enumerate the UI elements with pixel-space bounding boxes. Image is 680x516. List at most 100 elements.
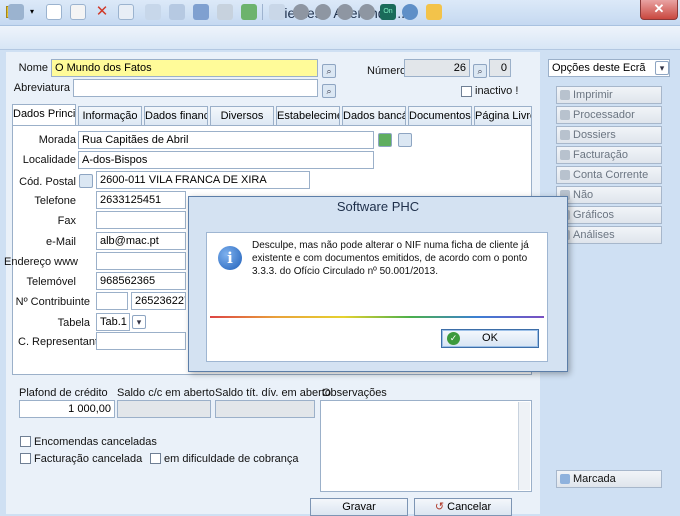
processador-texto-button[interactable]: Processador Texto <box>556 106 662 137</box>
fax-field[interactable] <box>96 211 186 229</box>
abreviatura-field[interactable] <box>73 79 318 97</box>
button-label: Imprimir <box>573 89 613 101</box>
tools-icon[interactable] <box>217 4 233 20</box>
undo-icon: ↺ <box>434 501 448 513</box>
box-icon[interactable] <box>193 4 209 20</box>
tabela-label: Tabela <box>57 317 90 329</box>
search-icon[interactable]: ⌕ <box>473 64 487 78</box>
first-record-icon[interactable] <box>293 4 309 20</box>
toolbar-separator <box>262 4 263 20</box>
tab-informacao[interactable]: Informação <box>78 106 142 126</box>
close-button[interactable]: ✕ <box>640 0 678 20</box>
nome-field[interactable]: O Mundo dos Fatos <box>51 59 318 77</box>
last-record-icon[interactable] <box>359 4 375 20</box>
contribuinte-prefix-field[interactable] <box>96 292 128 310</box>
button-label: Gravar <box>342 501 376 513</box>
tab-estabelecimentos[interactable]: Estabeleciment <box>276 106 340 126</box>
chevron-down-icon[interactable]: ▾ <box>30 4 38 20</box>
email-field[interactable]: alb@mac.pt <box>96 232 186 250</box>
online-icon[interactable]: On <box>380 4 396 20</box>
tab-pagina-livre[interactable]: Página Livre <box>474 106 532 126</box>
tabela-select[interactable]: Tab.1 <box>96 313 130 331</box>
pages-icon[interactable] <box>426 4 442 20</box>
toolbar <box>0 26 680 50</box>
observacoes-scrollbar[interactable] <box>518 402 530 490</box>
cancelar-button[interactable]: ↺ Cancelar <box>414 498 512 516</box>
tab-dados-financeiros[interactable]: Dados financeir <box>144 106 208 126</box>
button-label: Dossiers <box>573 129 616 141</box>
facturacao-label: Facturação cancelada <box>34 453 143 465</box>
previous-record-icon[interactable] <box>315 4 331 20</box>
opcoes-dropdown[interactable]: Opções deste Ecrã <box>548 59 670 77</box>
morada-field[interactable]: Rua Capitães de Abril <box>78 131 374 149</box>
folder-icon <box>560 130 570 140</box>
inactivo-checkbox[interactable] <box>461 86 472 97</box>
copy-document-icon[interactable] <box>70 4 86 20</box>
numero-field[interactable]: 26 <box>404 59 470 77</box>
marker-icon <box>560 474 570 484</box>
facturacao-button[interactable]: Facturação <box>556 146 662 164</box>
nao-regularizado-button[interactable]: Não Regularizado <box>556 186 662 217</box>
tab-dados-principais[interactable]: Dados Principai <box>12 104 76 126</box>
check-icon: ✓ <box>447 332 460 345</box>
estab-field[interactable]: 0 <box>489 59 511 77</box>
tab-diversos[interactable]: Diversos <box>210 106 274 126</box>
saldo-field <box>117 400 211 418</box>
search-icon[interactable]: ⌕ <box>322 84 336 98</box>
dialog-message: Desculpe, mas não pode alterar o NIF num… <box>252 240 529 277</box>
analises-button[interactable]: Análises <box>556 226 662 244</box>
chevron-down-icon[interactable]: ▾ <box>655 61 669 75</box>
refresh-icon[interactable] <box>241 4 257 20</box>
dialog-title: Software PHC <box>336 199 420 214</box>
www-field[interactable] <box>96 252 186 270</box>
saldo-label: Saldo c/c em aberto <box>117 387 215 399</box>
abreviatura-label: Abreviatura <box>13 82 70 94</box>
new-document-icon[interactable] <box>46 4 62 20</box>
marcada-button[interactable]: Marcada <box>556 470 662 488</box>
gravar-button[interactable]: Gravar <box>310 498 408 516</box>
ok-button[interactable]: ✓ OK <box>441 329 539 348</box>
table-icon[interactable] <box>145 4 161 20</box>
facturacao-checkbox[interactable] <box>20 453 31 464</box>
dificuldade-checkbox[interactable] <box>150 453 161 464</box>
button-label: Facturação <box>573 149 629 161</box>
edit-icon[interactable] <box>118 4 134 20</box>
delete-icon[interactable]: ✕ <box>94 4 110 20</box>
dossiers-button[interactable]: Dossiers <box>556 126 662 144</box>
encomendas-checkbox[interactable] <box>20 436 31 447</box>
telefone-field[interactable]: 2633125451 <box>96 191 186 209</box>
contribuinte-field[interactable]: 265236227 <box>131 292 186 310</box>
folder-icon[interactable] <box>169 4 185 20</box>
plafond-field[interactable]: 1 000,00 <box>19 400 115 418</box>
button-label: Conta Corrente <box>573 169 649 181</box>
www-label: Endereço www <box>4 256 78 268</box>
representante-label: C. Representante <box>18 336 105 348</box>
printer-icon <box>560 90 570 100</box>
folder-icon[interactable] <box>398 133 412 147</box>
imprimir-button[interactable]: Imprimir <box>556 86 662 104</box>
button-label: Marcada <box>573 473 616 485</box>
saldo-tit-label: Saldo tít. dív. em aberto <box>215 387 331 399</box>
preview-icon[interactable] <box>269 4 285 20</box>
graficos-button[interactable]: Gráficos <box>556 206 662 224</box>
observacoes-field[interactable] <box>320 400 532 492</box>
telefone-label: Telefone <box>34 195 76 207</box>
next-record-icon[interactable] <box>337 4 353 20</box>
representante-field[interactable] <box>96 332 186 350</box>
telemovel-field[interactable]: 968562365 <box>96 272 186 290</box>
conta-corrente-button[interactable]: Conta Corrente <box>556 166 662 184</box>
tab-documentos[interactable]: Documentos de <box>408 106 472 126</box>
invoice-icon <box>560 150 570 160</box>
chevron-down-icon[interactable]: ▾ <box>132 315 146 329</box>
account-icon <box>560 170 570 180</box>
search-icon[interactable]: ⌕ <box>322 64 336 78</box>
codpostal-field[interactable]: 2600-011 VILA FRANCA DE XIRA <box>96 171 310 189</box>
tab-dados-bancarios[interactable]: Dados bancário <box>342 106 406 126</box>
search-icon[interactable] <box>8 4 24 20</box>
sync-icon[interactable] <box>402 4 418 20</box>
postal-lookup-icon[interactable] <box>79 174 93 188</box>
map-icon[interactable] <box>378 133 392 147</box>
localidade-field[interactable]: A-dos-Bispos <box>78 151 374 169</box>
plafond-label: Plafond de crédito <box>19 387 108 399</box>
codpostal-label: Cód. Postal <box>19 176 76 188</box>
